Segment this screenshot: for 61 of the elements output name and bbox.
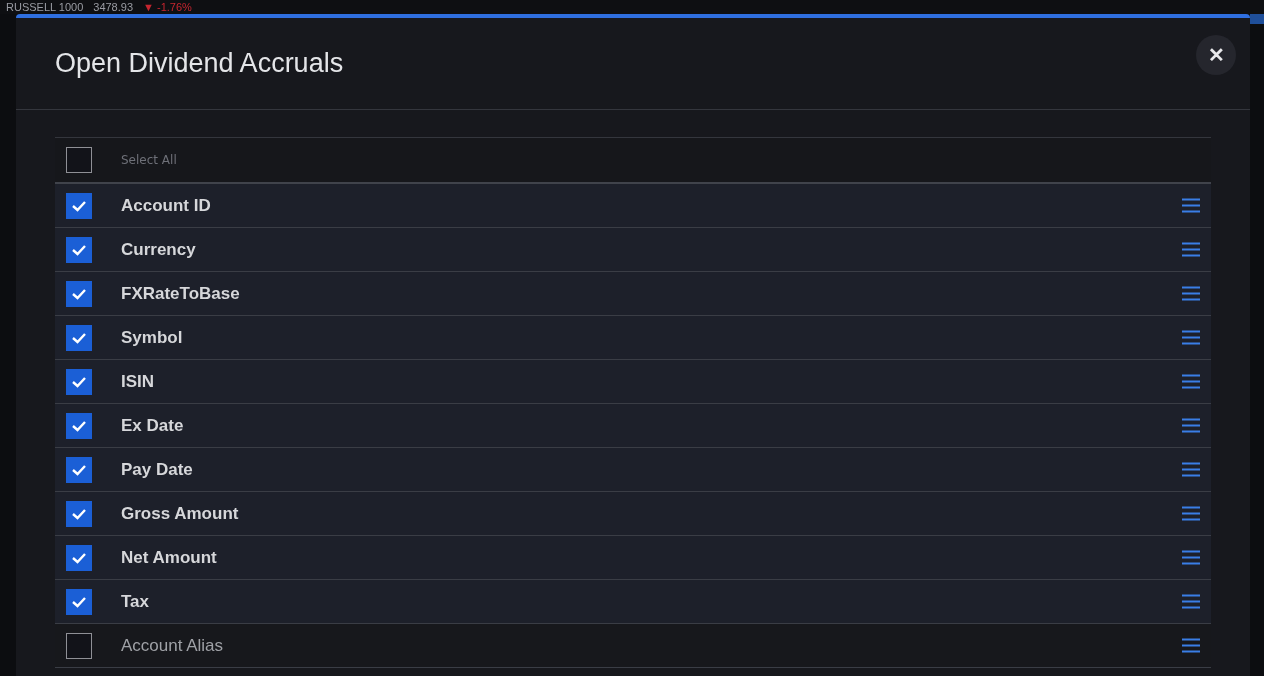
close-button[interactable]: ✕ <box>1196 34 1236 75</box>
checkmark-icon <box>71 463 87 476</box>
column-label: Currency <box>121 239 197 260</box>
column-row[interactable]: Ex Date <box>55 404 1211 448</box>
drag-handle-icon[interactable] <box>1182 286 1200 301</box>
drag-handle-icon[interactable] <box>1182 550 1200 565</box>
checkbox[interactable] <box>66 544 92 571</box>
checkmark-icon <box>71 507 87 520</box>
checkbox[interactable] <box>66 324 92 351</box>
drag-handle-icon[interactable] <box>1182 330 1200 345</box>
column-row[interactable]: Gross Amount <box>55 492 1211 536</box>
checkbox[interactable] <box>66 280 92 307</box>
checkmark-icon <box>71 287 87 300</box>
checkbox[interactable] <box>66 236 92 263</box>
drag-handle-icon[interactable] <box>1182 374 1200 389</box>
checkmark-icon <box>71 595 87 608</box>
checkmark-icon <box>71 375 87 388</box>
column-row[interactable]: Tax <box>55 580 1211 624</box>
index-change: ▼ -1.76% <box>143 0 192 14</box>
drag-handle-icon[interactable] <box>1182 638 1200 653</box>
checkbox[interactable] <box>66 588 92 615</box>
column-label: Tax <box>121 591 151 612</box>
column-row[interactable]: Net Amount <box>55 536 1211 580</box>
column-row[interactable]: ISIN <box>55 360 1211 404</box>
column-label: Account ID <box>121 195 212 216</box>
checkmark-icon <box>71 243 87 256</box>
checkmark-icon <box>71 419 87 432</box>
checkbox[interactable] <box>66 456 92 483</box>
drag-handle-icon[interactable] <box>1182 198 1200 213</box>
checkmark-icon <box>71 551 87 564</box>
tab-background <box>1250 14 1264 24</box>
checkbox[interactable] <box>66 500 92 527</box>
checkbox[interactable] <box>66 368 92 395</box>
dialog-title: Open Dividend Accruals <box>55 48 344 79</box>
index-value: 3478.93 <box>93 0 134 14</box>
column-row[interactable]: Account ID <box>55 184 1211 228</box>
index-name: RUSSELL 1000 <box>6 0 84 14</box>
column-label: ISIN <box>121 371 156 392</box>
select-all-label: Select All <box>121 153 177 167</box>
drag-handle-icon[interactable] <box>1182 418 1200 433</box>
checkmark-icon <box>71 331 87 344</box>
column-label: Pay Date <box>121 459 194 480</box>
drag-handle-icon[interactable] <box>1182 594 1200 609</box>
column-label: Gross Amount <box>121 503 240 524</box>
checkbox[interactable] <box>66 192 92 219</box>
checkmark-icon <box>71 199 87 212</box>
drag-handle-icon[interactable] <box>1182 462 1200 477</box>
drag-handle-icon[interactable] <box>1182 506 1200 521</box>
column-row[interactable]: FXRateToBase <box>55 272 1211 316</box>
checkbox[interactable] <box>66 412 92 439</box>
column-row[interactable]: Symbol <box>55 316 1211 360</box>
column-label: Ex Date <box>121 415 185 436</box>
checkbox[interactable] <box>66 632 92 659</box>
column-label: Symbol <box>121 327 184 348</box>
checkbox[interactable] <box>66 147 92 173</box>
column-row[interactable]: Currency <box>55 228 1211 272</box>
column-label: Account Alias <box>121 635 225 656</box>
column-label: FXRateToBase <box>121 283 241 304</box>
column-row[interactable]: Pay Date <box>55 448 1211 492</box>
drag-handle-icon[interactable] <box>1182 242 1200 257</box>
column-label: Net Amount <box>121 547 218 568</box>
